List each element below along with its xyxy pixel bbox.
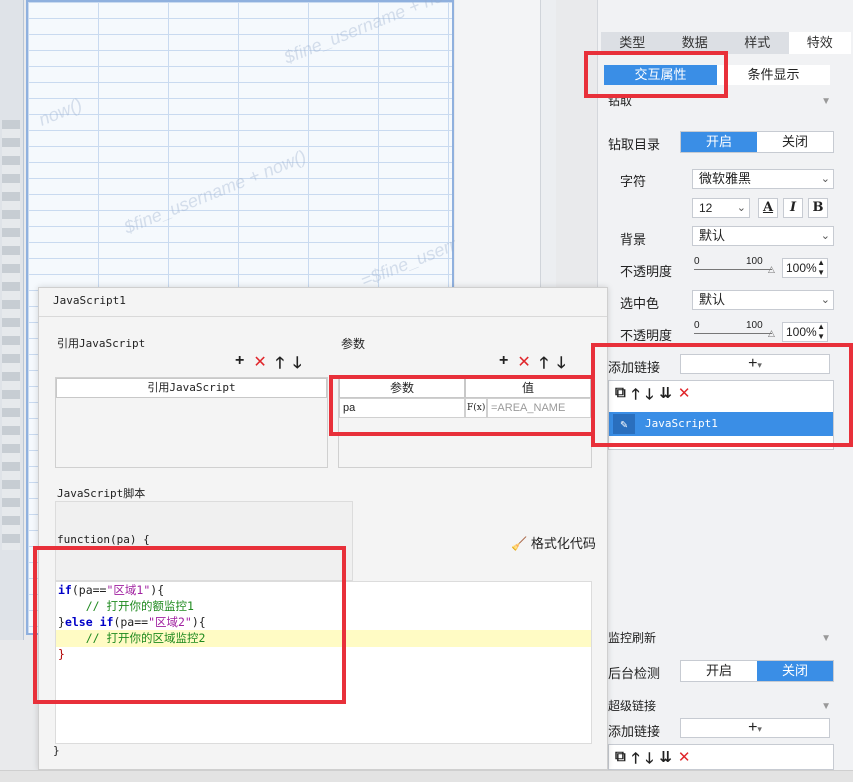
chevron-down-icon: ⌄ [820, 294, 830, 306]
tab-style[interactable]: 样式 [726, 32, 789, 54]
slider-max: 100 [746, 320, 763, 331]
add-link-button[interactable]: +▾ [680, 718, 830, 738]
dialog-title: JavaScript1 [53, 294, 126, 307]
params-group-label: 参数 [341, 337, 366, 351]
chevron-down-icon: ⌄ [820, 230, 830, 242]
monitor-section-header[interactable]: 监控刷新 ▼ [608, 630, 833, 646]
spinner-icon[interactable]: ▲ ▼ [817, 258, 825, 278]
taskbar [0, 770, 853, 782]
toggle-off[interactable]: 关闭 [757, 132, 833, 152]
selected-color-row: 选中色 默认 ⌄ [608, 290, 848, 312]
font-label: 字符 [620, 174, 647, 189]
opacity2-slider[interactable]: 0 100 △ [694, 320, 778, 340]
opacity2-value: 100% [786, 325, 817, 339]
background-select[interactable]: 默认 ⌄ [692, 226, 834, 246]
chevron-down-icon: ⌄ [736, 202, 746, 214]
ref-js-toolbar: + ✕ 🡑 🡓 [235, 352, 301, 379]
slider-track [694, 333, 772, 334]
slider-thumb[interactable]: △ [768, 264, 775, 275]
background-row: 背景 默认 ⌄ [608, 226, 848, 248]
opacity-row: 不透明度 0 100 △ 100% ▲ ▼ [608, 256, 848, 280]
font-color-button[interactable]: A [758, 198, 778, 218]
watermark-text: $fine_username + now() [281, 0, 470, 68]
slider-max: 100 [746, 256, 763, 267]
font-size-value: 12 [699, 201, 713, 215]
plus-icon: + [748, 719, 758, 736]
drill-dir-toggle: 开启 关闭 [680, 131, 834, 153]
annotation-box-add-link [591, 343, 853, 447]
drill-dir-row: 钻取目录 开启 关闭 [608, 131, 848, 153]
delete-icon[interactable]: ✕ [253, 352, 266, 379]
annotation-box-code [33, 546, 346, 704]
opacity-value: 100% [786, 261, 817, 275]
watermark-text: =$fine_usern [357, 233, 463, 291]
add-link-label: 添加链接 [608, 724, 661, 739]
selected-color-value: 默认 [699, 292, 726, 307]
chevron-down-icon: ⌄ [820, 173, 830, 185]
closing-brace: } [53, 744, 60, 757]
watermark-text: $fine_username + now() [121, 146, 310, 238]
background-value: 默认 [699, 228, 726, 243]
font-format-row: 12 ⌄ A I B [608, 198, 848, 220]
backend-row: 后台检测 开启 关闭 [608, 660, 848, 682]
opacity2-row: 不透明度 0 100 △ 100% ▲ ▼ [608, 320, 848, 344]
chevron-down-icon: ▾ [757, 724, 762, 734]
slider-min: 0 [694, 256, 700, 267]
collapse-icon: ▼ [821, 633, 831, 644]
hyperlink-section-header[interactable]: 超级链接 ▼ [608, 698, 833, 714]
selected-color-select[interactable]: 默认 ⌄ [692, 290, 834, 310]
move-down-icon[interactable]: 🡓 [293, 352, 301, 379]
format-code-button[interactable]: 🧹 格式化代码 [511, 533, 596, 552]
font-select[interactable]: 微软雅黑 ⌄ [692, 169, 834, 189]
font-value: 微软雅黑 [699, 171, 752, 186]
ref-js-header: 引用JavaScript [56, 378, 327, 398]
collapse-icon: ▼ [821, 701, 831, 712]
add-link-row-2: 添加链接 +▾ [608, 718, 848, 740]
toggle-on[interactable]: 开启 [681, 132, 757, 152]
tab-effects[interactable]: 特效 [788, 32, 851, 54]
font-size-select[interactable]: 12 ⌄ [692, 198, 750, 218]
annotation-box-interaction-tab [584, 51, 728, 98]
sheet-side-panel [0, 0, 24, 640]
opacity2-input[interactable]: 100% ▲ ▼ [782, 322, 828, 342]
subtab-conditional-display[interactable]: 条件显示 [717, 65, 830, 85]
opacity-label: 不透明度 [620, 264, 673, 279]
selected-color-label: 选中色 [620, 296, 660, 311]
divider [39, 316, 607, 317]
drill-dir-label: 钻取目录 [608, 137, 661, 152]
toggle-off[interactable]: 关闭 [757, 661, 833, 681]
bold-button[interactable]: B [808, 198, 828, 218]
watermark-text: now() [35, 94, 85, 130]
sheet-blank-area [455, 0, 540, 290]
slider-track [694, 269, 772, 270]
section-title: 超级链接 [608, 699, 657, 713]
opacity2-label: 不透明度 [620, 328, 673, 343]
opacity-slider[interactable]: 0 100 △ [694, 256, 778, 276]
backend-toggle: 开启 关闭 [680, 660, 834, 682]
ref-js-group-label: 引用JavaScript [57, 337, 146, 350]
opacity-input[interactable]: 100% ▲ ▼ [782, 258, 828, 278]
font-row: 字符 微软雅黑 ⌄ [608, 168, 848, 190]
sheet-scrollbar[interactable] [540, 0, 556, 290]
collapse-icon: ▼ [821, 96, 831, 107]
add-icon[interactable]: + [235, 352, 244, 379]
move-up-icon[interactable]: 🡑 [276, 352, 284, 379]
format-code-label: 格式化代码 [530, 536, 596, 551]
link-list-2: ⧉ 🡑 🡓 ⇊ ✕ [608, 744, 834, 770]
slider-min: 0 [694, 320, 700, 331]
background-label: 背景 [620, 232, 647, 247]
script-group-label: JavaScript脚本 [57, 487, 146, 500]
italic-button[interactable]: I [783, 198, 803, 218]
broom-icon: 🧹 [511, 536, 528, 551]
toggle-on[interactable]: 开启 [681, 661, 757, 681]
ref-js-table: 引用JavaScript [55, 377, 328, 468]
annotation-box-params [329, 375, 595, 436]
spinner-icon[interactable]: ▲ ▼ [817, 322, 825, 342]
section-title: 监控刷新 [608, 631, 657, 645]
function-signature: function(pa) { [57, 533, 150, 546]
backend-label: 后台检测 [608, 666, 661, 681]
sheet-minimap [2, 120, 20, 550]
slider-thumb[interactable]: △ [768, 328, 775, 339]
